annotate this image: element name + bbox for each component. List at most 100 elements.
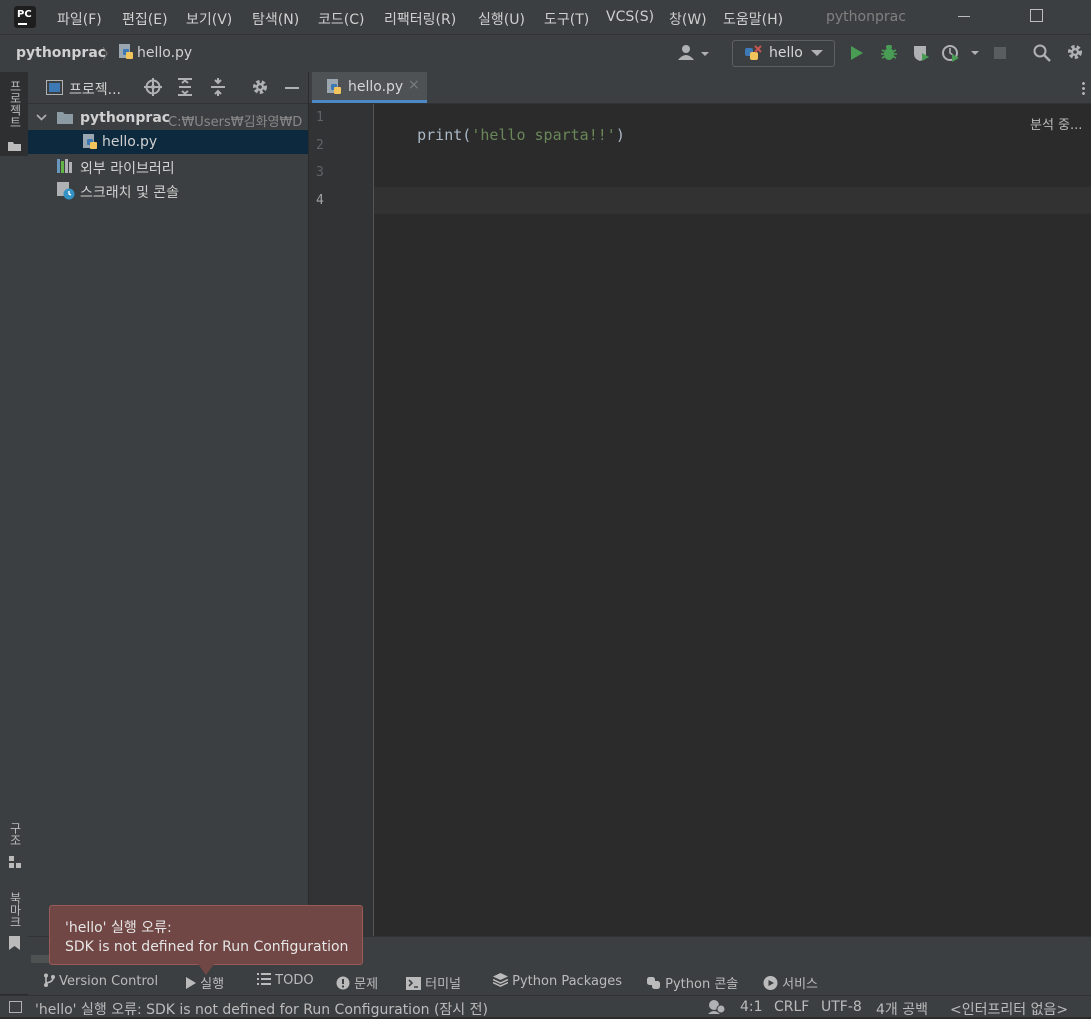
branch-icon — [44, 973, 55, 987]
expand-all-icon[interactable] — [177, 78, 193, 96]
bookmarks-tool-label: 북마크 — [8, 892, 22, 928]
tab-problems-label: 문제 — [354, 977, 379, 992]
project-panel-title[interactable]: 프로젝... — [69, 79, 121, 99]
more-tabs-icon[interactable] — [1082, 81, 1085, 95]
python-file-icon — [83, 134, 97, 149]
run-error-notification[interactable]: 'hello' 실행 오류: SDK is not defined for Ru… — [49, 905, 363, 965]
tree-node-project-root[interactable]: pythonprac C:₩Users₩김화영₩D — [28, 106, 308, 130]
structure-icon — [9, 856, 21, 868]
code-paren-open: ( — [462, 126, 472, 144]
run-icon[interactable] — [850, 45, 864, 61]
current-line-highlight — [374, 187, 1091, 214]
menu-tools[interactable]: 도구(T) — [544, 9, 589, 29]
menu-vcs[interactable]: VCS(S) — [606, 9, 654, 25]
hide-panel-icon[interactable] — [285, 87, 299, 89]
code-paren-close: ) — [615, 126, 625, 144]
run-icon — [186, 977, 196, 989]
debug-icon[interactable] — [880, 44, 898, 62]
folder-icon — [57, 112, 73, 124]
breadcrumb-project[interactable]: pythonprac — [16, 45, 106, 61]
code-line-1[interactable]: print('hello sparta!!') — [381, 108, 625, 162]
code-string-literal: 'hello sparta!!' — [471, 126, 616, 144]
menu-run[interactable]: 실행(U) — [478, 9, 525, 29]
project-root-path: C:₩Users₩김화영₩D — [168, 115, 303, 130]
menu-help[interactable]: 도움말(H) — [723, 9, 783, 29]
structure-tool-button[interactable]: 구조 — [0, 818, 28, 874]
menu-file[interactable]: 파일(F) — [57, 9, 102, 29]
tab-terminal[interactable]: 터미널 — [406, 973, 461, 992]
python-file-icon — [119, 44, 133, 59]
bottom-tool-bar: Version Control 실행 TODO 문제 터미널 Python Pa… — [28, 966, 1091, 995]
python-file-icon — [327, 79, 341, 94]
structure-tool-label: 구조 — [8, 822, 22, 846]
minimize-icon[interactable] — [958, 16, 970, 17]
packages-icon — [492, 973, 509, 987]
interpreter-selector[interactable]: <인터프리터 없음> — [950, 999, 1068, 1019]
project-tool-button[interactable]: 프로젝트 — [0, 72, 28, 156]
tab-terminal-label: 터미널 — [425, 977, 462, 992]
tree-file-label: hello.py — [102, 134, 158, 150]
run-configuration-select[interactable]: hello — [732, 40, 835, 67]
file-encoding[interactable]: UTF-8 — [821, 999, 862, 1015]
tab-problems[interactable]: 문제 — [336, 973, 378, 992]
menu-code[interactable]: 코드(C) — [318, 9, 364, 29]
user-icon[interactable] — [677, 44, 711, 62]
library-icon — [57, 159, 72, 173]
editor-gutter: 1 2 3 4 — [309, 104, 374, 936]
run-configuration-label: hello — [769, 45, 803, 61]
tab-services[interactable]: 서비스 — [763, 973, 818, 992]
indent-setting[interactable]: 4개 공백 — [876, 999, 928, 1019]
line-number: 3 — [316, 165, 324, 180]
stop-icon[interactable] — [994, 47, 1006, 59]
tab-todo[interactable]: TODO — [257, 973, 314, 988]
editor-tab-bar: hello.py × — [309, 72, 1091, 104]
tab-run-label: 실행 — [200, 977, 225, 992]
code-print-function: print — [417, 126, 463, 144]
project-panel-header: 프로젝... — [28, 72, 308, 104]
coverage-icon[interactable] — [912, 44, 930, 62]
tree-node-external-libraries[interactable]: 외부 라이브러리 — [28, 155, 308, 179]
options-gear-icon[interactable] — [251, 78, 269, 96]
tab-python-packages-label: Python Packages — [512, 974, 622, 989]
menu-view[interactable]: 보기(V) — [186, 9, 232, 29]
breadcrumb-file[interactable]: hello.py — [137, 45, 192, 61]
settings-icon[interactable] — [1066, 43, 1084, 61]
menu-refactor[interactable]: 리팩터링(R) — [384, 9, 456, 29]
maximize-icon[interactable] — [1030, 9, 1043, 22]
locate-icon[interactable] — [144, 78, 162, 96]
bookmarks-tool-button[interactable]: 북마크 — [0, 888, 28, 954]
code-editor[interactable]: print('hello sparta!!') 분석 중... — [374, 104, 1091, 936]
search-icon[interactable] — [1033, 44, 1051, 62]
collapse-all-icon[interactable] — [210, 78, 226, 96]
menu-window[interactable]: 창(W) — [669, 9, 707, 29]
pycharm-logo-icon[interactable]: PC — [12, 4, 38, 30]
status-message[interactable]: 'hello' 실행 오류: SDK is not defined for Ru… — [35, 999, 488, 1019]
project-tree: pythonprac C:₩Users₩김화영₩D hello.py 외부 라이… — [28, 104, 308, 936]
profile-icon[interactable] — [942, 44, 982, 62]
line-separator[interactable]: CRLF — [774, 999, 809, 1015]
tab-version-control-label: Version Control — [59, 974, 159, 989]
toggle-tool-windows-icon[interactable] — [9, 1001, 22, 1013]
caret-position[interactable]: 4:1 — [740, 999, 763, 1015]
tab-run[interactable]: 실행 — [185, 973, 224, 992]
tab-python-packages[interactable]: Python Packages — [492, 973, 622, 989]
tab-version-control[interactable]: Version Control — [43, 973, 158, 989]
analysis-status: 분석 중... — [1030, 118, 1083, 133]
line-number-current: 4 — [316, 193, 324, 208]
tab-python-console[interactable]: Python 콘솔 — [646, 973, 738, 992]
services-icon — [763, 976, 778, 990]
notification-pointer — [198, 964, 214, 975]
project-tool-label: 프로젝트 — [8, 80, 22, 128]
menu-edit[interactable]: 편집(E) — [122, 9, 168, 29]
tab-hello-py[interactable]: hello.py × — [312, 72, 427, 103]
tab-python-console-label: Python 콘솔 — [665, 977, 739, 992]
notification-title: 'hello' 실행 오류: — [65, 920, 172, 936]
tree-node-hello-py[interactable]: hello.py — [28, 130, 308, 154]
python-console-icon — [647, 977, 660, 989]
tab-close-icon[interactable]: × — [408, 77, 420, 93]
project-view-icon — [46, 80, 63, 95]
hector-inspection-icon[interactable] — [706, 998, 726, 1015]
python-config-icon — [745, 45, 762, 60]
menu-navigate[interactable]: 탐색(N) — [252, 9, 299, 29]
tree-node-scratches[interactable]: 스크래치 및 콘솔 — [28, 179, 308, 203]
